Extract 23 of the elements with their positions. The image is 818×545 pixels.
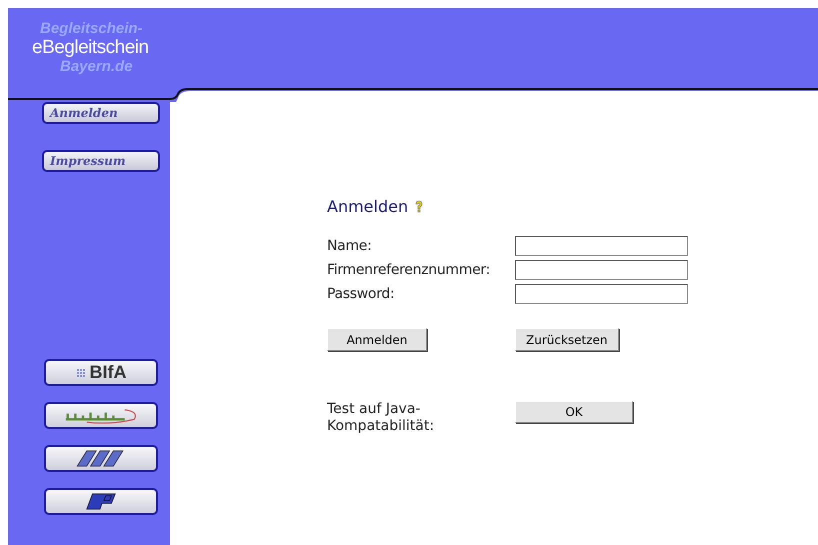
logo-shadow-text: Bayern.de [60, 59, 133, 75]
field-label: Name: [327, 238, 373, 254]
help-icon[interactable] [414, 200, 424, 214]
java-test-label: Test auf Java-Kompatabilität: [327, 401, 436, 435]
site-logo: eBegleitschein [32, 37, 149, 59]
grid-icon [76, 368, 86, 378]
form-button[interactable]: Anmelden [327, 328, 427, 351]
partner-button[interactable]: BIfA [44, 359, 158, 386]
partner-button[interactable] [44, 445, 158, 472]
partner-logo-text: BIfA [90, 362, 126, 383]
form-button[interactable]: Zurücksetzen [515, 328, 619, 351]
input-field[interactable] [515, 260, 688, 280]
logo-shadow-text: Begleitschein- [40, 21, 143, 37]
ok-button[interactable]: OK [515, 401, 633, 423]
input-field[interactable] [515, 284, 688, 304]
form-title: Anmelden [327, 197, 408, 216]
nav-button[interactable]: Impressum [42, 150, 160, 172]
field-label: Password: [327, 286, 396, 302]
partner-button[interactable] [44, 488, 158, 515]
partner-button[interactable] [44, 402, 158, 429]
nav-button[interactable]: Anmelden [42, 102, 160, 124]
field-label: Firmenreferenznummer: [327, 262, 492, 278]
input-field[interactable] [515, 236, 688, 256]
